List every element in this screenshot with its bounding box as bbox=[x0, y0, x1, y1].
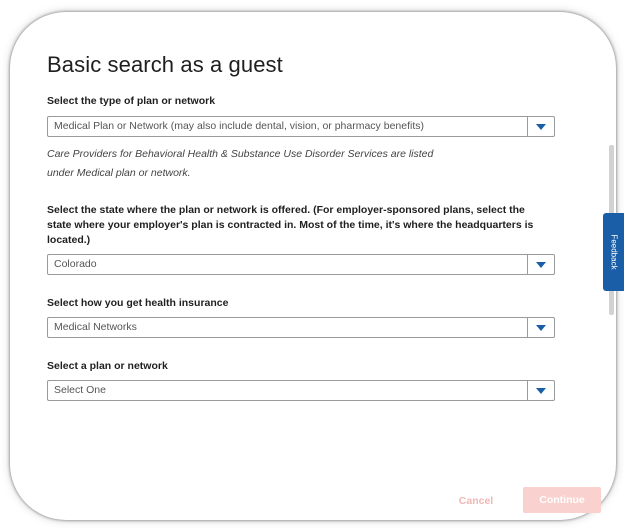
chevron-down-icon bbox=[536, 262, 546, 268]
plan-type-label: Select the type of plan or network bbox=[47, 95, 216, 107]
state-select[interactable]: Colorado bbox=[47, 254, 555, 275]
insurance-source-select[interactable]: Medical Networks bbox=[47, 317, 555, 338]
chevron-down-icon bbox=[536, 124, 546, 130]
feedback-tab[interactable]: Feedback bbox=[603, 213, 624, 291]
plan-label: Select a plan or network bbox=[47, 360, 168, 372]
insurance-source-value: Medical Networks bbox=[54, 321, 137, 333]
page-title: Basic search as a guest bbox=[47, 52, 283, 77]
select-divider bbox=[527, 255, 528, 274]
page: Basic search as a guest Select the type … bbox=[0, 0, 624, 529]
continue-button[interactable]: Continue bbox=[523, 487, 601, 513]
behavioral-health-note-line1: Care Providers for Behavioral Health & S… bbox=[47, 148, 434, 160]
state-label: Select the state where the plan or netwo… bbox=[47, 204, 534, 246]
plan-value: Select One bbox=[54, 384, 106, 396]
insurance-source-label: Select how you get health insurance bbox=[47, 297, 229, 309]
plan-type-select[interactable]: Medical Plan or Network (may also includ… bbox=[47, 116, 555, 137]
select-divider bbox=[527, 117, 528, 136]
behavioral-health-note-line2: under Medical plan or network. bbox=[47, 167, 191, 179]
cancel-button[interactable]: Cancel bbox=[446, 489, 506, 513]
select-divider bbox=[527, 318, 528, 337]
select-divider bbox=[527, 381, 528, 400]
chevron-down-icon bbox=[536, 325, 546, 331]
plan-select[interactable]: Select One bbox=[47, 380, 555, 401]
chevron-down-icon bbox=[536, 388, 546, 394]
feedback-tab-label: Feedback bbox=[609, 234, 618, 270]
state-value: Colorado bbox=[54, 258, 97, 270]
plan-type-value: Medical Plan or Network (may also includ… bbox=[54, 120, 424, 132]
guest-search-modal: Basic search as a guest Select the type … bbox=[10, 12, 616, 520]
